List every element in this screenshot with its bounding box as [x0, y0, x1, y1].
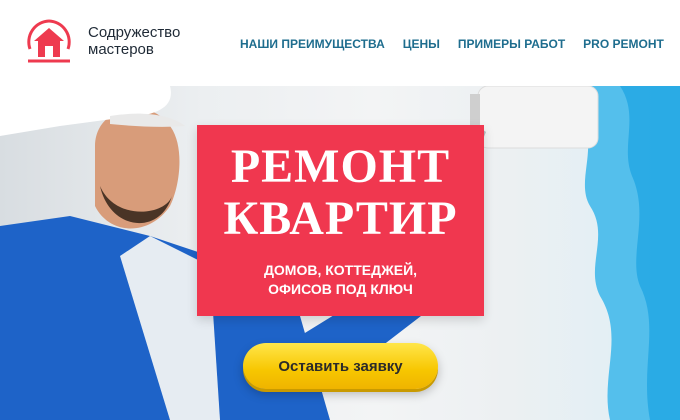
hero-section: РЕМОНТ КВАРТИР ДОМОВ, КОТТЕДЖЕЙ, ОФИСОВ … [0, 86, 680, 420]
house-icon [22, 19, 76, 63]
hero-subtitle-line-2: ОФИСОВ ПОД КЛЮЧ [268, 281, 413, 297]
hero-subtitle-line-1: ДОМОВ, КОТТЕДЖЕЙ, [263, 262, 418, 278]
nav-advantages[interactable]: НАШИ ПРЕИМУЩЕСТВА [240, 37, 385, 51]
brand-line-1: Содружество [88, 24, 181, 41]
leave-request-button[interactable]: Оставить заявку [243, 343, 438, 389]
site-header: Содружество мастеров НАШИ ПРЕИМУЩЕСТВА Ц… [0, 0, 680, 86]
brand-line-2: мастеров [88, 41, 154, 58]
nav-portfolio[interactable]: ПРИМЕРЫ РАБОТ [458, 37, 565, 51]
brand-name: Содружество мастеров [88, 24, 180, 58]
logo[interactable]: Содружество мастеров [22, 19, 180, 63]
hero-title-line-2: КВАРТИР [223, 192, 458, 245]
nav-pro-remont[interactable]: PRO РЕМОНТ [583, 37, 664, 51]
nav-prices[interactable]: ЦЕНЫ [403, 37, 440, 51]
hero-card: РЕМОНТ КВАРТИР ДОМОВ, КОТТЕДЖЕЙ, ОФИСОВ … [197, 125, 484, 316]
hero-title-line-1: РЕМОНТ [230, 140, 451, 193]
main-nav: НАШИ ПРЕИМУЩЕСТВА ЦЕНЫ ПРИМЕРЫ РАБОТ PRO… [240, 37, 664, 51]
